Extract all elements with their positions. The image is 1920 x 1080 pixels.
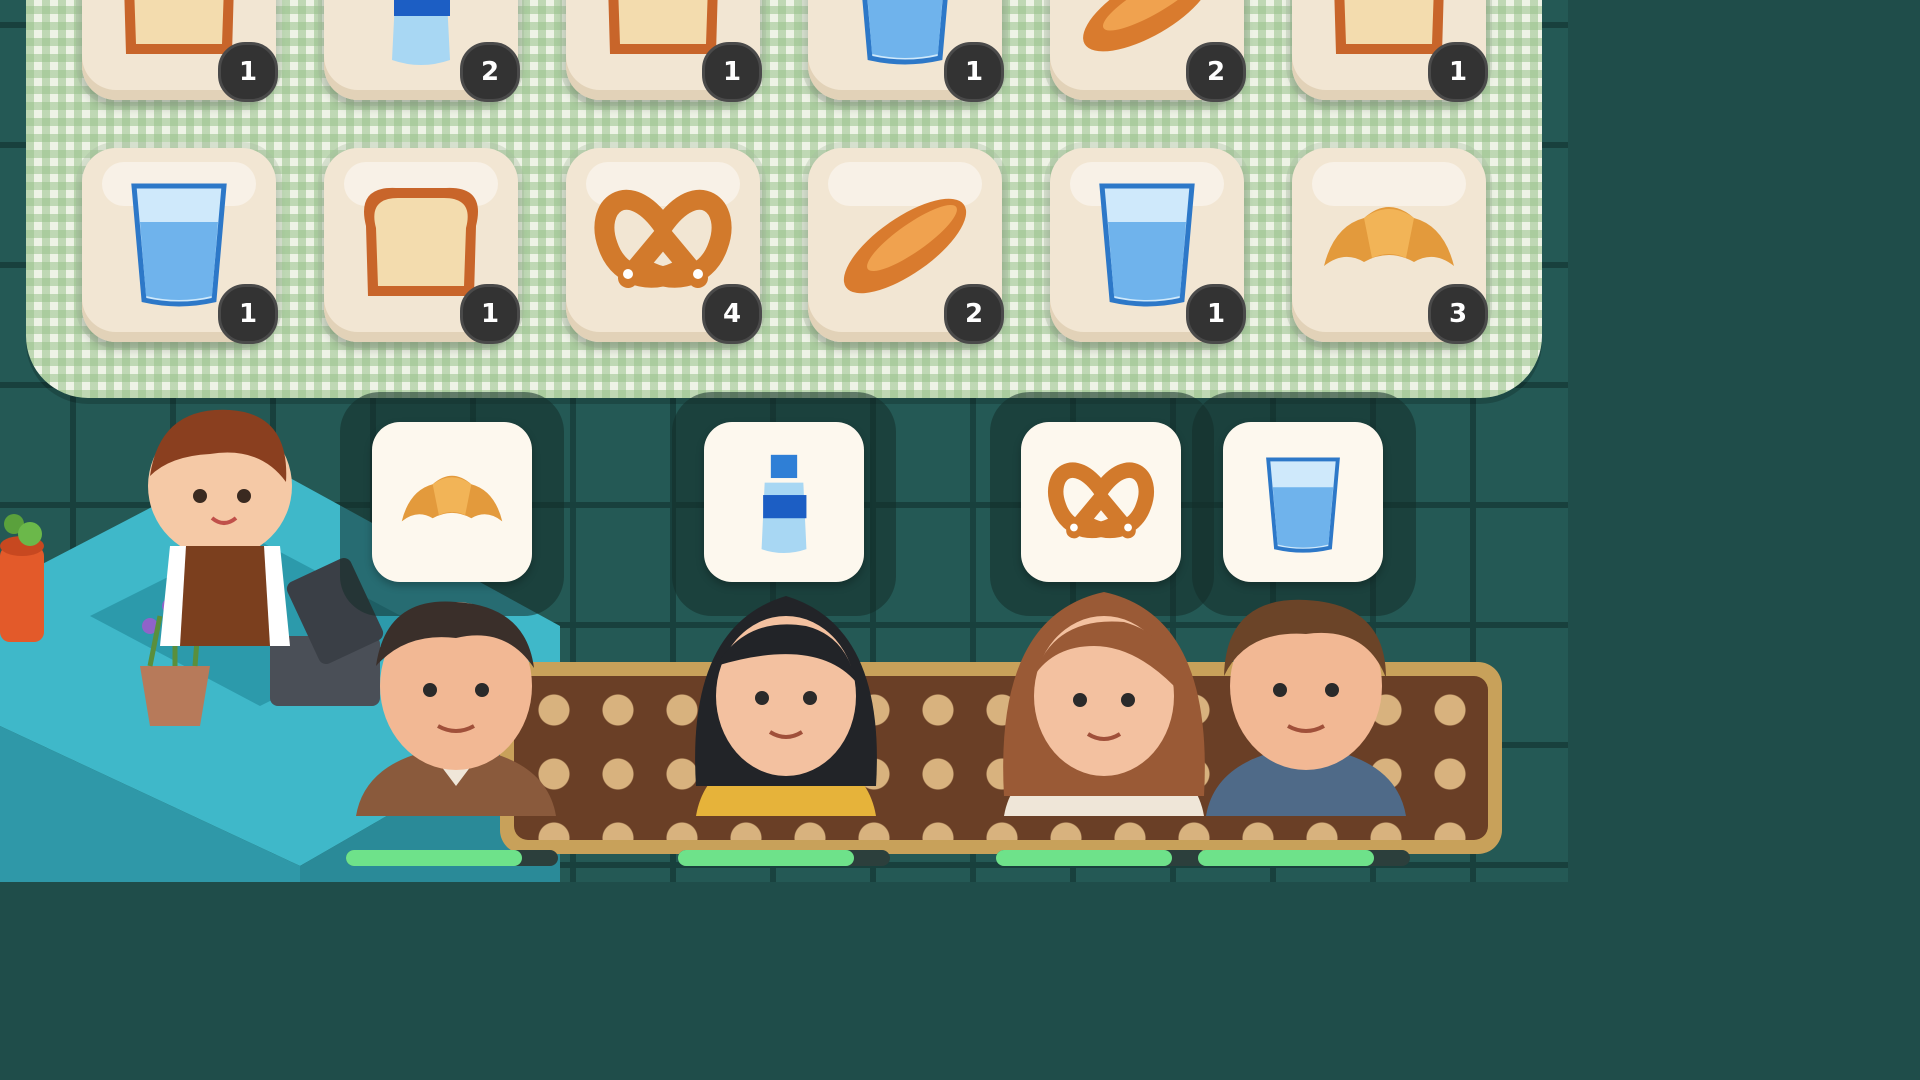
patience-fill <box>678 850 854 866</box>
count-badge: 2 <box>944 284 1004 344</box>
water-bottle-icon <box>761 454 807 554</box>
count-badge: 1 <box>218 284 278 344</box>
order-card <box>704 422 864 582</box>
count-badge: 1 <box>218 42 278 102</box>
item-tile[interactable]: 2 <box>324 0 520 102</box>
item-tile[interactable]: 2 <box>1050 0 1246 102</box>
item-tile[interactable]: 1 <box>1292 0 1488 102</box>
pretzel-icon <box>1048 462 1154 539</box>
patience-fill <box>346 850 522 866</box>
order-card <box>1021 422 1181 582</box>
count-badge: 1 <box>460 284 520 344</box>
item-tray: 1 2 1 1 2 1 1 1 4 2 1 3 <box>26 0 1542 398</box>
item-tile[interactable]: 3 <box>1292 148 1488 344</box>
item-tile[interactable]: 2 <box>808 148 1004 344</box>
item-tile[interactable]: 1 <box>808 0 1004 102</box>
patience-bar <box>346 850 558 866</box>
item-tile[interactable]: 1 <box>82 148 278 344</box>
patience-fill <box>996 850 1172 866</box>
patience-bar <box>1198 850 1410 866</box>
count-badge: 3 <box>1428 284 1488 344</box>
count-badge: 2 <box>460 42 520 102</box>
customer-man-brown-shirt[interactable] <box>346 586 566 816</box>
item-tile[interactable]: 4 <box>566 148 762 344</box>
count-badge: 1 <box>1186 284 1246 344</box>
count-badge: 1 <box>1428 42 1488 102</box>
item-tile[interactable]: 1 <box>324 148 520 344</box>
count-badge: 4 <box>702 284 762 344</box>
croissant-icon <box>401 475 503 522</box>
patience-bar <box>678 850 890 866</box>
cashier-character <box>148 409 292 646</box>
count-badge: 2 <box>1186 42 1246 102</box>
customer-woman-black-hair[interactable] <box>676 586 896 816</box>
customer-woman-brown-hair[interactable] <box>994 586 1214 816</box>
order-card <box>372 422 532 582</box>
patience-fill <box>1198 850 1374 866</box>
item-tile[interactable]: 1 <box>82 0 278 102</box>
count-badge: 1 <box>702 42 762 102</box>
item-tile[interactable]: 1 <box>1050 148 1246 344</box>
order-card <box>1223 422 1383 582</box>
patience-bar <box>996 850 1208 866</box>
water-glass-icon <box>1266 457 1340 553</box>
count-badge: 1 <box>944 42 1004 102</box>
customer-man-blue-shirt[interactable] <box>1196 586 1416 816</box>
item-tile[interactable]: 1 <box>566 0 762 102</box>
